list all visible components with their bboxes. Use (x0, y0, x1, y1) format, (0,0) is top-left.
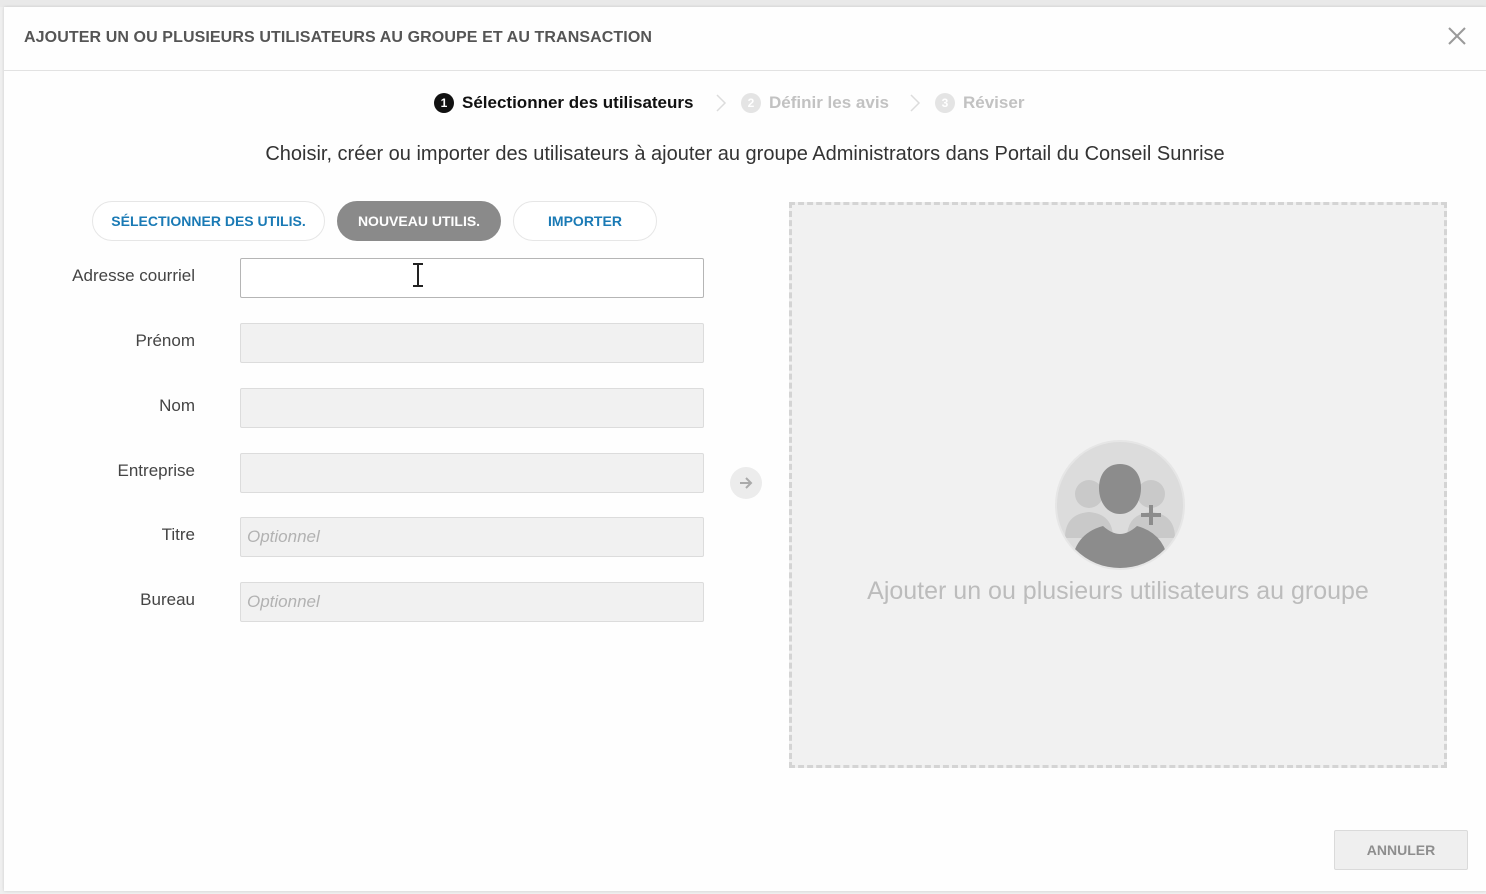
tab-select-users[interactable]: SÉLECTIONNER DES UTILIS. (92, 201, 325, 241)
company-label: Entreprise (117, 461, 195, 480)
step-define-notices: 2 Définir les avis (741, 91, 889, 115)
email-field[interactable] (240, 258, 704, 298)
add-user-arrow-button[interactable] (730, 467, 762, 499)
add-users-dialog: AJOUTER UN OU PLUSIEURS UTILISATEURS AU … (4, 7, 1486, 891)
step-label: Définir les avis (769, 93, 890, 112)
close-icon (1448, 27, 1466, 45)
dialog-header: AJOUTER UN OU PLUSIEURS UTILISATEURS AU … (4, 7, 1486, 71)
last-name-label: Nom (159, 396, 195, 415)
add-users-icon (1055, 440, 1185, 570)
company-field[interactable] (240, 453, 704, 493)
dialog-subtitle: Choisir, créer ou importer des utilisate… (265, 143, 1225, 165)
arrow-right-icon (740, 477, 753, 489)
wizard-steps: 1 Sélectionner des utilisateurs 2 Défini… (4, 91, 1486, 115)
tab-import[interactable]: IMPORTER (513, 201, 657, 241)
chevron-right-icon (716, 94, 727, 112)
drop-zone-text: Ajouter un ou plusieurs utilisateurs au … (867, 577, 1369, 605)
title-label: Titre (161, 525, 195, 544)
last-name-field[interactable] (240, 388, 704, 428)
step-select-users: 1 Sélectionner des utilisateurs (434, 91, 693, 115)
tab-new-user[interactable]: NOUVEAU UTILIS. (337, 201, 501, 241)
step-label: Sélectionner des utilisateurs (462, 93, 694, 112)
dialog-title: AJOUTER UN OU PLUSIEURS UTILISATEURS AU … (24, 29, 653, 46)
office-field[interactable] (240, 582, 704, 622)
chevron-right-icon (910, 94, 921, 112)
background-strip (0, 0, 1486, 7)
step-review: 3 Réviser (935, 91, 1024, 115)
close-button[interactable] (1444, 23, 1470, 49)
step-number: 2 (741, 93, 761, 113)
cancel-button[interactable]: ANNULER (1334, 830, 1468, 870)
step-number: 1 (434, 93, 454, 113)
step-number: 3 (935, 93, 955, 113)
added-users-drop-zone: Ajouter un ou plusieurs utilisateurs au … (789, 202, 1447, 768)
email-label: Adresse courriel (72, 266, 195, 285)
title-field[interactable] (240, 517, 704, 557)
first-name-field[interactable] (240, 323, 704, 363)
first-name-label: Prénom (135, 331, 195, 350)
office-label: Bureau (140, 590, 195, 609)
step-label: Réviser (963, 93, 1025, 112)
